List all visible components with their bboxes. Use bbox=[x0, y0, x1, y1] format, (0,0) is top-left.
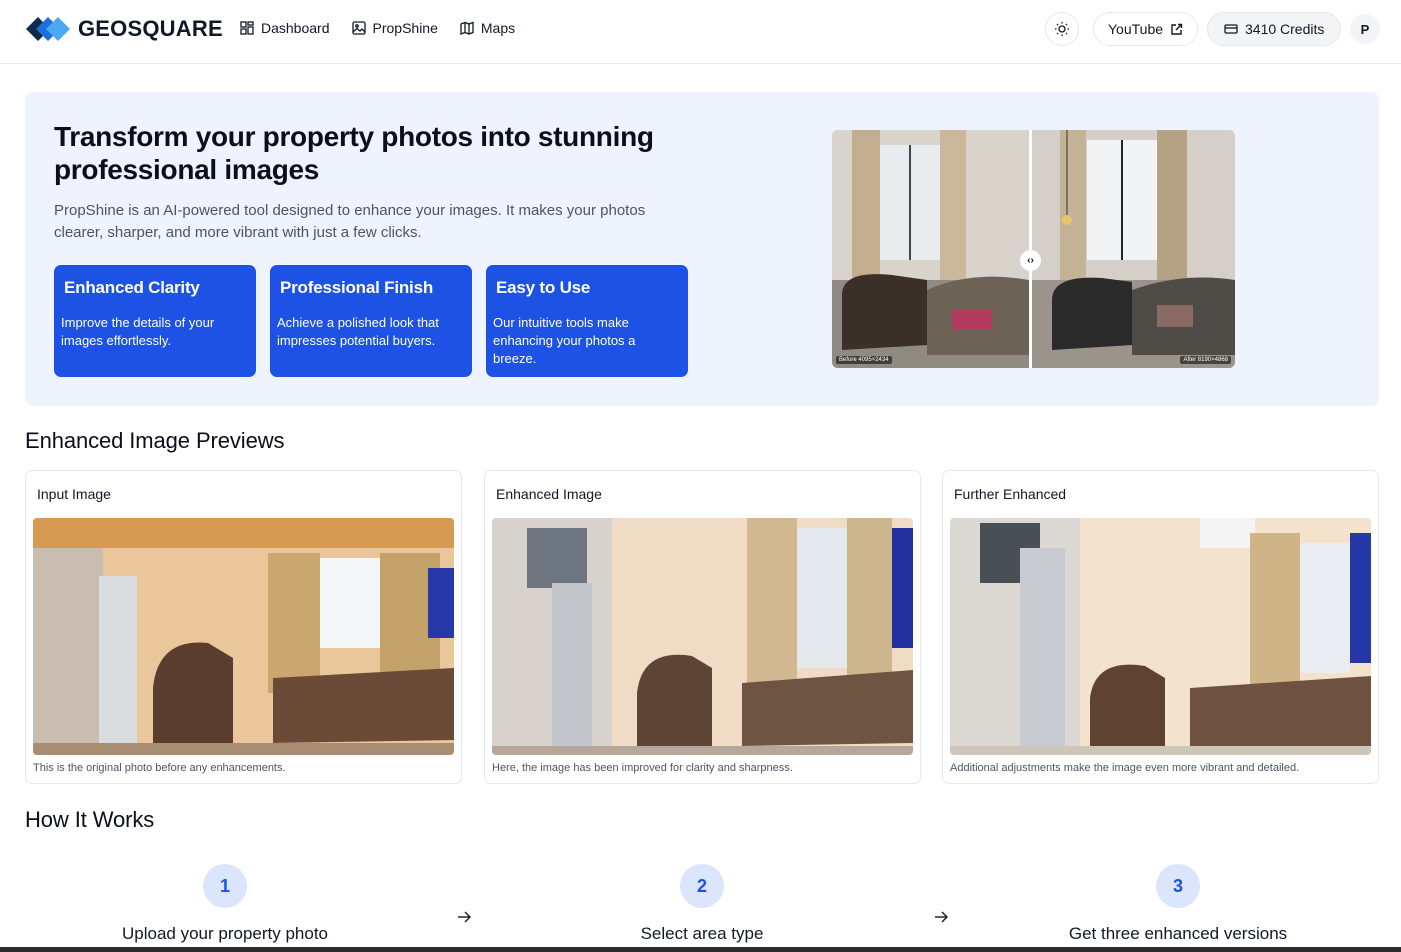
nav-maps[interactable]: Maps bbox=[460, 20, 515, 36]
preview-caption: Additional adjustments make the image ev… bbox=[950, 762, 1300, 774]
preview-card-input: Input Image This is the original photo b… bbox=[25, 470, 462, 784]
hero-description: PropShine is an AI-powered tool designed… bbox=[54, 202, 646, 241]
step-number: 3 bbox=[1156, 864, 1200, 908]
before-tag: Before 4095×2434 bbox=[836, 356, 892, 364]
after-photo bbox=[1032, 130, 1235, 368]
nav-dashboard[interactable]: Dashboard bbox=[240, 20, 330, 36]
credits-label: 3410 Credits bbox=[1245, 21, 1325, 37]
preview-card-enhanced: Enhanced Image Here, the image has been … bbox=[484, 470, 921, 784]
nav-propshine[interactable]: PropShine bbox=[351, 20, 438, 36]
hero-title: Transform your property photos into stun… bbox=[54, 121, 654, 185]
feature-title: Easy to Use bbox=[496, 278, 591, 297]
step-3: 3 Get three enhanced versions bbox=[1028, 864, 1328, 944]
logo[interactable]: GEOSQUARE bbox=[26, 14, 223, 44]
grid-icon bbox=[240, 21, 254, 35]
step-label: Upload your property photo bbox=[121, 924, 329, 943]
preview-card-further-enhanced: Further Enhanced Additional adjustments … bbox=[942, 470, 1379, 784]
step-1: 1 Upload your property photo bbox=[75, 864, 375, 944]
step-2: 2 Select area type bbox=[552, 864, 852, 944]
sun-icon bbox=[1055, 22, 1069, 36]
step-label: Get three enhanced versions bbox=[1068, 924, 1288, 943]
map-icon bbox=[460, 21, 474, 35]
nav-propshine-label: PropShine bbox=[372, 20, 438, 36]
external-link-icon bbox=[1171, 23, 1183, 35]
preview-label: Further Enhanced bbox=[954, 486, 1067, 502]
feature-card-easy-to-use: Easy to Use Our intuitive tools make enh… bbox=[486, 265, 688, 377]
slider-handle[interactable]: ‹› bbox=[1020, 250, 1041, 271]
feature-title: Enhanced Clarity bbox=[64, 278, 200, 297]
feature-title: Professional Finish bbox=[280, 278, 434, 297]
step-number: 1 bbox=[203, 864, 247, 908]
further-enhanced-image bbox=[950, 518, 1371, 755]
youtube-label: YouTube bbox=[1108, 21, 1164, 37]
main-nav: Dashboard PropShine Maps bbox=[240, 20, 537, 36]
previews-section-title: Enhanced Image Previews bbox=[25, 428, 285, 453]
youtube-button[interactable]: YouTube bbox=[1093, 12, 1199, 46]
feature-card-professional-finish: Professional Finish Achieve a polished l… bbox=[270, 265, 472, 377]
top-header: GEOSQUARE Dashboard PropShine Maps YouTu… bbox=[0, 0, 1401, 64]
user-avatar[interactable]: P bbox=[1350, 14, 1380, 44]
enhanced-image bbox=[492, 518, 913, 755]
how-it-works-title: How It Works bbox=[25, 807, 155, 832]
preview-label: Enhanced Image bbox=[496, 486, 602, 502]
before-photo bbox=[832, 130, 1029, 368]
nav-dashboard-label: Dashboard bbox=[261, 20, 330, 36]
preview-label: Input Image bbox=[37, 486, 111, 502]
after-tag: After 8190×4868 bbox=[1180, 356, 1231, 364]
feature-cards: Enhanced Clarity Improve the details of … bbox=[54, 265, 702, 377]
input-image bbox=[33, 518, 454, 755]
arrow-right-icon bbox=[935, 911, 948, 923]
image-icon bbox=[351, 21, 366, 35]
nav-maps-label: Maps bbox=[480, 20, 516, 36]
feature-description: Achieve a polished look that impresses p… bbox=[277, 315, 439, 348]
feature-description: Improve the details of your images effor… bbox=[61, 315, 215, 348]
preview-caption: This is the original photo before any en… bbox=[33, 762, 286, 774]
step-label: Select area type bbox=[640, 924, 764, 943]
slider-divider bbox=[1029, 130, 1032, 368]
credit-card-icon bbox=[1224, 24, 1238, 34]
credits-button[interactable]: 3410 Credits bbox=[1207, 12, 1342, 46]
geosquare-logo-icon bbox=[26, 17, 70, 41]
before-after-slider[interactable]: ‹› Before 4095×2434 After 8190×4868 bbox=[832, 130, 1235, 368]
feature-description: Our intuitive tools make enhancing your … bbox=[493, 315, 636, 366]
step-number: 2 bbox=[680, 864, 724, 908]
theme-toggle-button[interactable] bbox=[1045, 12, 1079, 46]
feature-card-enhanced-clarity: Enhanced Clarity Improve the details of … bbox=[54, 265, 256, 377]
arrow-right-icon bbox=[458, 911, 471, 923]
hero-section: Transform your property photos into stun… bbox=[25, 92, 1379, 406]
preview-caption: Here, the image has been improved for cl… bbox=[492, 762, 793, 774]
logo-text: GEOSQUARE bbox=[78, 16, 223, 41]
bottom-edge-bar bbox=[0, 947, 1401, 952]
